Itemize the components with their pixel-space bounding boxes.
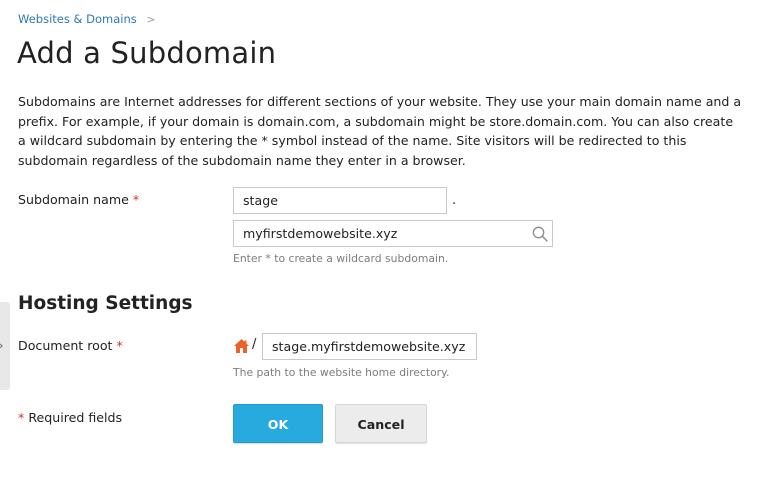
subdomain-name-input[interactable] [233, 187, 447, 214]
required-marker: * [18, 410, 25, 425]
page-title: Add a Subdomain [17, 36, 277, 70]
subdomain-name-label-text: Subdomain name [18, 192, 129, 207]
required-fields-text: Required fields [28, 410, 123, 425]
document-root-label: Document root * [18, 338, 123, 353]
subdomain-dot-separator: . [452, 193, 457, 208]
home-icon [234, 339, 249, 353]
document-root-input[interactable] [262, 333, 477, 360]
breadcrumb-link-websites-domains[interactable]: Websites & Domains [18, 12, 137, 26]
breadcrumb-separator: > [146, 13, 156, 26]
required-fields-note: * Required fields [18, 410, 122, 425]
required-marker: * [116, 338, 123, 353]
subdomain-name-label: Subdomain name * [18, 192, 139, 207]
breadcrumb: Websites & Domains > [18, 12, 156, 26]
search-icon[interactable] [531, 225, 549, 243]
required-marker: * [132, 192, 140, 207]
cancel-button[interactable]: Cancel [335, 404, 427, 443]
document-root-hint: The path to the website home directory. [233, 366, 450, 379]
parent-domain-select[interactable] [233, 220, 553, 247]
page-description: Subdomains are Internet addresses for di… [18, 94, 742, 168]
path-separator: / [252, 337, 257, 352]
ok-button[interactable]: OK [233, 404, 323, 443]
subdomain-hint: Enter * to create a wildcard subdomain. [233, 252, 449, 265]
chevron-right-icon[interactable]: › [0, 339, 3, 352]
document-root-label-text: Document root [18, 338, 113, 353]
hosting-settings-title: Hosting Settings [18, 293, 193, 314]
